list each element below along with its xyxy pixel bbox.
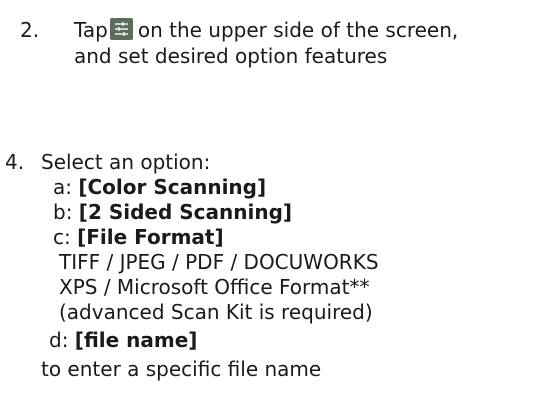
step-4-intro: Select an option: bbox=[41, 150, 211, 174]
file-format-line-3: (advanced Scan Kit is required) bbox=[59, 300, 373, 324]
option-b-label: [2 Sided Scanning] bbox=[78, 200, 293, 224]
option-a-label: [Color Scanning] bbox=[78, 175, 267, 199]
option-a: a: [Color Scanning] bbox=[53, 175, 266, 199]
file-format-line-1: TIFF / JPEG / PDF / DOCUWORKS bbox=[59, 250, 379, 274]
instruction-document: { "step2": { "number": "2.", "tap_word":… bbox=[0, 0, 534, 400]
option-d-prefix: d: bbox=[49, 328, 69, 352]
option-c-prefix: c: bbox=[53, 225, 71, 249]
option-a-prefix: a: bbox=[53, 175, 72, 199]
option-b: b: [2 Sided Scanning] bbox=[53, 200, 292, 224]
step-2-line-1-rest: on the upper side of the screen, bbox=[137, 18, 459, 42]
file-format-line-2: XPS / Microsoft Office Format** bbox=[59, 275, 370, 299]
option-b-prefix: b: bbox=[53, 200, 73, 224]
option-d-label: [file name] bbox=[74, 328, 198, 352]
file-name-note: to enter a specific file name bbox=[41, 357, 322, 381]
step-2-line-1: Tap on the upper side of the screen, bbox=[74, 18, 458, 42]
settings-sliders-icon bbox=[109, 18, 133, 40]
step-2-tap-word: Tap bbox=[74, 18, 108, 42]
step-2-line-2: and set desired option features bbox=[74, 44, 388, 68]
option-c: c: [File Format] bbox=[53, 225, 224, 249]
step-2-number: 2. bbox=[20, 18, 40, 42]
option-d: d: [file name] bbox=[49, 328, 197, 352]
step-4-number: 4. bbox=[5, 150, 25, 174]
option-c-label: [File Format] bbox=[77, 225, 224, 249]
